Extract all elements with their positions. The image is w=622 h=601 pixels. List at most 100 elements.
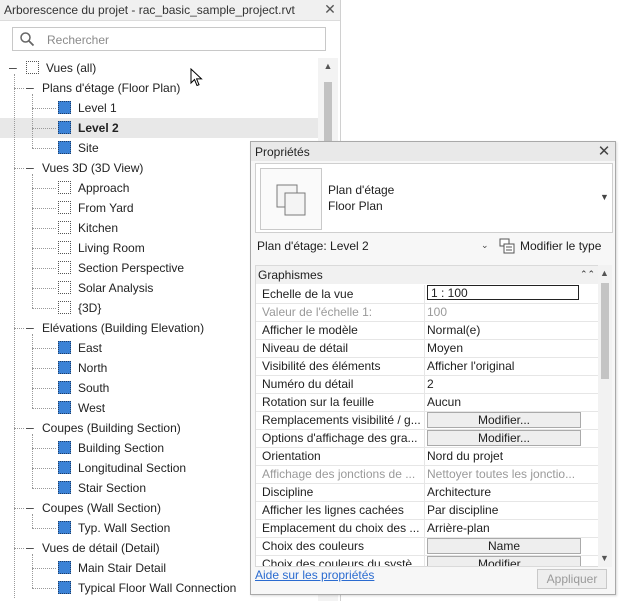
property-value[interactable]: Aucun <box>427 395 579 409</box>
scroll-up-icon[interactable]: ▲ <box>323 62 333 71</box>
instance-filter-dropdown[interactable]: Plan d'étage: Level 2 ⌄ <box>255 237 493 257</box>
property-row[interactable]: Rotation sur la feuille Aucun <box>256 393 598 412</box>
column-divider <box>424 483 425 501</box>
property-row[interactable]: Discipline Architecture <box>256 483 598 502</box>
tree-item-label: Level 1 <box>78 101 117 115</box>
tree-group-label: Coupes (Wall Section) <box>42 501 161 515</box>
tree-item-label: Main Stair Detail <box>78 561 167 575</box>
property-value[interactable]: Normal(e) <box>427 323 579 337</box>
tree-connector <box>32 568 56 569</box>
tree-item-label: From Yard <box>78 201 134 215</box>
type-selector[interactable]: Plan d'étage Floor Plan ▼ <box>255 163 613 233</box>
property-row[interactable]: Valeur de l'échelle 1: 100 <box>256 303 598 322</box>
property-row[interactable]: Choix des couleurs Name <box>256 537 598 556</box>
tree-item-label: Level 2 <box>78 121 119 135</box>
collapse-icon[interactable]: – <box>26 540 36 554</box>
property-value[interactable]: Par discipline <box>427 503 579 517</box>
property-label: Choix des couleurs du systè... <box>262 557 420 567</box>
collapse-icon[interactable]: – <box>26 80 36 94</box>
collapse-icon[interactable]: – <box>26 320 36 334</box>
property-row[interactable]: Remplacements visibilité / g... Modifier.… <box>256 411 598 430</box>
property-edit-button[interactable]: Name <box>427 538 581 554</box>
property-label: Visibilité des éléments <box>262 359 381 373</box>
property-row[interactable]: Orientation Nord du projet <box>256 447 598 466</box>
tree-item-label: South <box>78 381 110 395</box>
property-row[interactable]: Echelle de la vue 1 : 100 <box>256 285 598 304</box>
properties-help-link[interactable]: Aide sur les propriétés <box>255 568 374 582</box>
property-value[interactable]: 2 <box>427 377 579 391</box>
tree-connector <box>14 168 24 169</box>
tree-item[interactable]: Level 1 <box>0 98 318 118</box>
property-row[interactable]: Emplacement du choix des ... Arrière-plan <box>256 519 598 538</box>
property-value[interactable]: Architecture <box>427 485 579 499</box>
property-row[interactable]: Afficher les lignes cachées Par disciplin… <box>256 501 598 520</box>
search-box[interactable] <box>12 27 326 51</box>
property-label: Affichage des jonctions de ... <box>262 467 416 481</box>
column-divider <box>424 537 425 555</box>
tree-root[interactable]: – Vues (all) <box>0 58 318 78</box>
tree-connector <box>32 554 33 588</box>
property-edit-button[interactable]: Modifier... <box>427 430 581 446</box>
elevation-icon <box>58 361 71 374</box>
edit-type-button[interactable]: Modifier le type <box>497 236 613 258</box>
property-label: Rotation sur la feuille <box>262 395 375 409</box>
chevron-down-icon[interactable]: ⌄ <box>481 240 489 251</box>
tree-item-label: Site <box>78 141 99 155</box>
section-icon <box>58 481 71 494</box>
property-row[interactable]: Visibilité des éléments Afficher l'origin… <box>256 357 598 376</box>
collapse-icon[interactable]: – <box>9 60 19 74</box>
property-row[interactable]: Affichage des jonctions de ... Nettoyer t… <box>256 465 598 484</box>
column-divider <box>424 321 425 339</box>
tree-item-label: Longitudinal Section <box>78 461 187 475</box>
tree-connector <box>14 508 24 509</box>
column-divider <box>424 303 425 321</box>
tree-item[interactable]: Level 2 <box>0 118 318 138</box>
property-row[interactable]: Afficher le modèle Normal(e) <box>256 321 598 340</box>
section-header-graphics[interactable]: Graphismes ⌃⌃ <box>256 266 598 284</box>
close-icon[interactable]: ✕ <box>322 1 338 18</box>
section-icon <box>58 441 71 454</box>
detail-icon <box>58 561 71 574</box>
scroll-down-icon[interactable]: ▼ <box>600 553 609 563</box>
property-label: Choix des couleurs <box>262 539 365 553</box>
apply-button[interactable]: Appliquer <box>537 569 607 589</box>
column-divider <box>424 411 425 429</box>
property-value[interactable]: Moyen <box>427 341 579 355</box>
scroll-up-icon[interactable]: ▲ <box>600 268 609 278</box>
search-input[interactable] <box>45 30 319 49</box>
column-divider <box>424 555 425 566</box>
collapse-icon[interactable]: ⌃⌃ <box>580 269 595 280</box>
section-icon <box>58 461 71 474</box>
property-row[interactable]: Options d'affichage des gra... Modifier..… <box>256 429 598 448</box>
collapse-icon[interactable]: – <box>26 160 36 174</box>
project-browser-title: Arborescence du projet - rac_basic_sampl… <box>4 3 295 17</box>
floor-plan-icon <box>58 141 71 154</box>
property-value[interactable]: Arrière-plan <box>427 521 579 535</box>
tree-group-label: Coupes (Building Section) <box>42 421 181 435</box>
tree-connector <box>32 368 56 369</box>
property-value[interactable]: Afficher l'original <box>427 359 579 373</box>
tree-connector <box>32 468 56 469</box>
property-value[interactable]: Nord du projet <box>427 449 579 463</box>
3d-view-icon <box>58 181 71 194</box>
3d-view-icon <box>58 301 71 314</box>
column-divider <box>424 357 425 375</box>
property-edit-button[interactable]: Modifier... <box>427 556 581 566</box>
chevron-down-icon[interactable]: ▼ <box>600 192 609 202</box>
property-value-input[interactable]: 1 : 100 <box>427 285 579 300</box>
column-divider <box>424 375 425 393</box>
property-row[interactable]: Choix des couleurs du systè... Modifier..… <box>256 555 598 567</box>
collapse-icon[interactable]: – <box>26 420 36 434</box>
tree-group-label: Plans d'étage (Floor Plan) <box>42 81 181 95</box>
property-label: Options d'affichage des gra... <box>262 431 418 445</box>
properties-scrollbar[interactable]: ▲ ▼ <box>598 265 612 567</box>
close-icon[interactable]: ✕ <box>595 143 613 160</box>
3d-view-icon <box>58 261 71 274</box>
tree-connector <box>32 528 56 529</box>
property-row[interactable]: Numéro du détail 2 <box>256 375 598 394</box>
property-edit-button[interactable]: Modifier... <box>427 412 581 428</box>
property-row[interactable]: Niveau de détail Moyen <box>256 339 598 358</box>
tree-group[interactable]: – Plans d'étage (Floor Plan) <box>0 78 318 98</box>
scrollbar-thumb[interactable] <box>601 283 609 379</box>
collapse-icon[interactable]: – <box>26 500 36 514</box>
